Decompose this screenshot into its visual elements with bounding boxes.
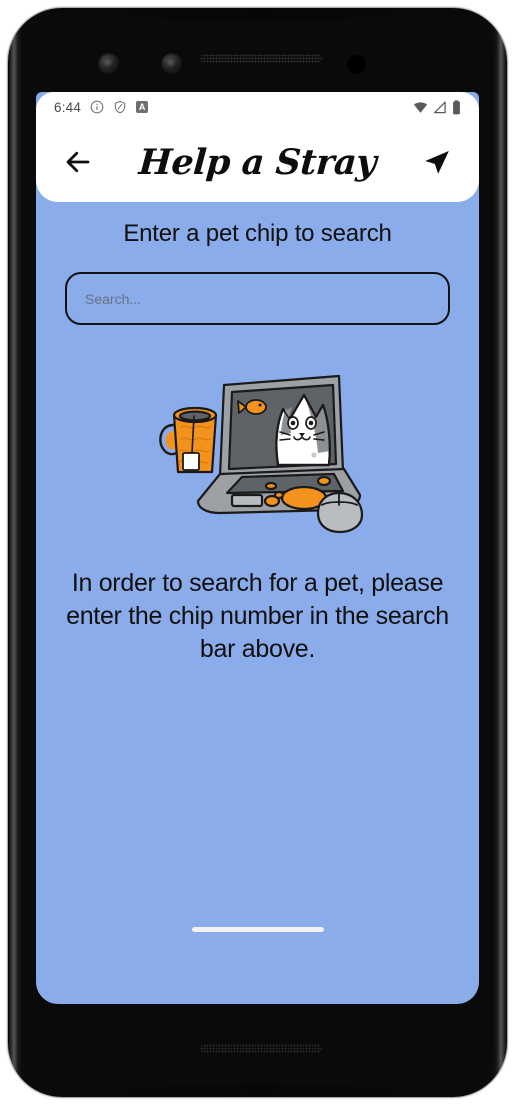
phone-top-bezel (22, 20, 493, 92)
app-title: Help a Stray (137, 141, 378, 183)
body-text: In order to search for a pet, please ent… (66, 569, 449, 663)
app-bar-row: Help a Stray (36, 122, 479, 202)
front-camera-secondary-icon (161, 53, 183, 75)
phone-screen: 6:44 A Help a Stray Enter a pet chip to … (36, 92, 479, 1004)
page-heading: Enter a pet chip to search (123, 220, 392, 247)
front-camera-icon (98, 53, 120, 75)
proximity-sensor-icon (347, 55, 366, 74)
info-circle-icon (90, 100, 104, 114)
main-content: Enter a pet chip to search Search... In … (36, 202, 479, 666)
app-badge-icon: A (136, 101, 149, 113)
status-bar-right (413, 99, 461, 115)
phone-frame: 6:44 A Help a Stray Enter a pet chip to … (8, 8, 507, 1097)
home-indicator[interactable] (191, 927, 324, 932)
earpiece-speaker-grille (200, 54, 322, 63)
search-input[interactable] (85, 290, 430, 307)
send-button[interactable] (415, 140, 459, 184)
arrow-left-icon (66, 151, 90, 173)
phone-body: 6:44 A Help a Stray Enter a pet chip to … (22, 20, 493, 1085)
back-button[interactable] (56, 140, 100, 184)
status-bar-left: 6:44 A (54, 99, 149, 115)
shield-icon (114, 100, 126, 114)
cellular-signal-icon (434, 101, 446, 113)
status-clock: 6:44 (54, 99, 82, 115)
app-badge-letter: A (138, 101, 146, 112)
bottom-speaker-grille (200, 1044, 322, 1053)
status-bar: 6:44 A (36, 92, 479, 122)
paper-plane-icon (425, 151, 449, 174)
wifi-icon (413, 101, 428, 113)
battery-icon (453, 99, 460, 114)
search-field[interactable] (65, 272, 450, 325)
cat-on-laptop-illustration (158, 374, 363, 534)
app-bar: 6:44 A Help a Stray (36, 92, 479, 202)
